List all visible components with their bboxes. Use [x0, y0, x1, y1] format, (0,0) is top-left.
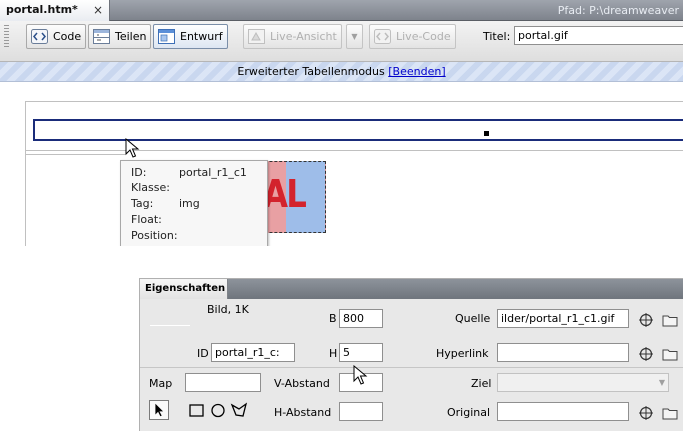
hspace-input[interactable]	[339, 402, 383, 421]
document-tab-bar: portal.htm* × Pfad: P:\dreamweaver	[0, 0, 683, 21]
split-view-button[interactable]: Teilen	[88, 24, 152, 49]
height-label: H	[329, 347, 338, 360]
id-input[interactable]	[211, 343, 295, 362]
tooltip-class-label: Klasse:	[131, 181, 170, 194]
folder-icon[interactable]	[662, 405, 678, 421]
table-cell-left[interactable]	[25, 154, 125, 246]
map-label: Map	[149, 377, 173, 390]
live-code-label: Live-Code	[396, 30, 451, 43]
design-canvas[interactable]: AL	[0, 83, 683, 246]
mouse-cursor-icon	[353, 365, 368, 385]
polygon-hotspot-tool[interactable]	[229, 400, 249, 420]
rectangle-hotspot-tool[interactable]	[187, 400, 207, 420]
expanded-table-mode-bar: Erweiterter Tabellenmodus [Beenden]	[0, 62, 683, 82]
tooltip-position-label: Position:	[131, 229, 178, 242]
page-title-input[interactable]	[514, 26, 683, 45]
hyperlink-input[interactable]	[497, 343, 629, 362]
point-to-file-icon[interactable]	[638, 312, 654, 328]
document-toolbar: Code Teilen Entwurf Live-Ansicht ▼ Live-…	[0, 21, 683, 62]
width-input[interactable]	[339, 309, 383, 328]
live-view-button[interactable]: Live-Ansicht	[243, 24, 342, 49]
image-logo-text: AL	[263, 172, 307, 216]
point-to-file-icon[interactable]	[638, 346, 654, 362]
pointer-hotspot-tool[interactable]	[149, 400, 169, 420]
height-input[interactable]	[339, 343, 383, 362]
pointer-arrow-icon	[155, 403, 164, 417]
expanded-table-mode-text: Erweiterter Tabellenmodus	[237, 65, 385, 78]
element-info-tooltip: ID: portal_r1_c1 Klasse: Tag: img Float:…	[120, 160, 268, 246]
folder-icon[interactable]	[662, 312, 678, 328]
original-label: Original	[447, 406, 491, 419]
design-view-label: Entwurf	[180, 30, 223, 43]
tooltip-id-label: ID:	[131, 166, 147, 179]
file-path: Pfad: P:\dreamweaver	[557, 4, 679, 17]
code-view-button[interactable]: Code	[26, 24, 87, 49]
id-label: ID	[197, 347, 209, 360]
document-tab-label: portal.htm*	[6, 3, 78, 16]
resize-handle[interactable]	[484, 131, 489, 136]
rectangle-hotspot-icon	[189, 404, 204, 417]
width-label: B	[329, 312, 337, 325]
point-to-file-icon[interactable]	[638, 405, 654, 421]
circle-hotspot-tool[interactable]	[208, 400, 228, 420]
image-info-label: Bild, 1K	[207, 303, 249, 316]
image-thumbnail	[150, 325, 190, 326]
target-label: Ziel	[471, 377, 492, 390]
toolbar-grip-icon[interactable]	[4, 25, 9, 47]
live-view-icon	[248, 29, 265, 44]
source-input[interactable]	[497, 309, 629, 328]
properties-tab[interactable]: Eigenschaften	[140, 279, 228, 299]
original-input[interactable]	[497, 402, 629, 421]
exit-table-mode-link[interactable]: [Beenden]	[388, 65, 445, 78]
tooltip-tag-label: Tag:	[131, 197, 154, 210]
document-window: portal.htm* × Pfad: P:\dreamweaver Code …	[0, 0, 683, 246]
properties-panel-header: Eigenschaften	[140, 279, 683, 299]
source-label: Quelle	[455, 312, 491, 325]
live-view-dropdown-chevron-icon[interactable]: ▼	[346, 24, 363, 49]
page-title-label: Titel:	[483, 30, 511, 43]
tooltip-float-label: Float:	[131, 213, 162, 226]
panel-divider	[140, 367, 683, 368]
mouse-cursor-icon	[125, 138, 140, 158]
live-code-icon	[374, 29, 391, 44]
code-icon	[31, 29, 48, 44]
tooltip-id-value: portal_r1_c1	[179, 166, 247, 179]
map-input[interactable]	[185, 373, 261, 392]
live-code-button[interactable]: Live-Code	[369, 24, 456, 49]
design-view-button[interactable]: Entwurf	[153, 24, 228, 49]
live-view-label: Live-Ansicht	[270, 30, 337, 43]
split-view-label: Teilen	[115, 30, 147, 43]
tooltip-tag-value: img	[179, 197, 200, 210]
polygon-hotspot-icon	[230, 402, 248, 417]
vspace-label: V-Abstand	[274, 377, 330, 390]
hyperlink-label: Hyperlink	[436, 347, 489, 360]
folder-icon[interactable]	[662, 346, 678, 362]
properties-tab-label: Eigenschaften	[145, 283, 226, 294]
hspace-label: H-Abstand	[274, 406, 332, 419]
close-icon[interactable]: ×	[93, 3, 103, 17]
document-tab[interactable]: portal.htm* ×	[0, 0, 110, 21]
target-select[interactable]: ▼	[497, 373, 669, 392]
chevron-down-icon: ▼	[658, 378, 665, 387]
circle-hotspot-icon	[211, 403, 225, 418]
split-view-icon	[93, 29, 110, 44]
properties-panel: Eigenschaften Bild, 1K ID B H Map V-Abst…	[139, 278, 683, 431]
design-view-icon	[158, 29, 175, 44]
code-view-label: Code	[53, 30, 82, 43]
table-row-divider	[25, 150, 683, 151]
